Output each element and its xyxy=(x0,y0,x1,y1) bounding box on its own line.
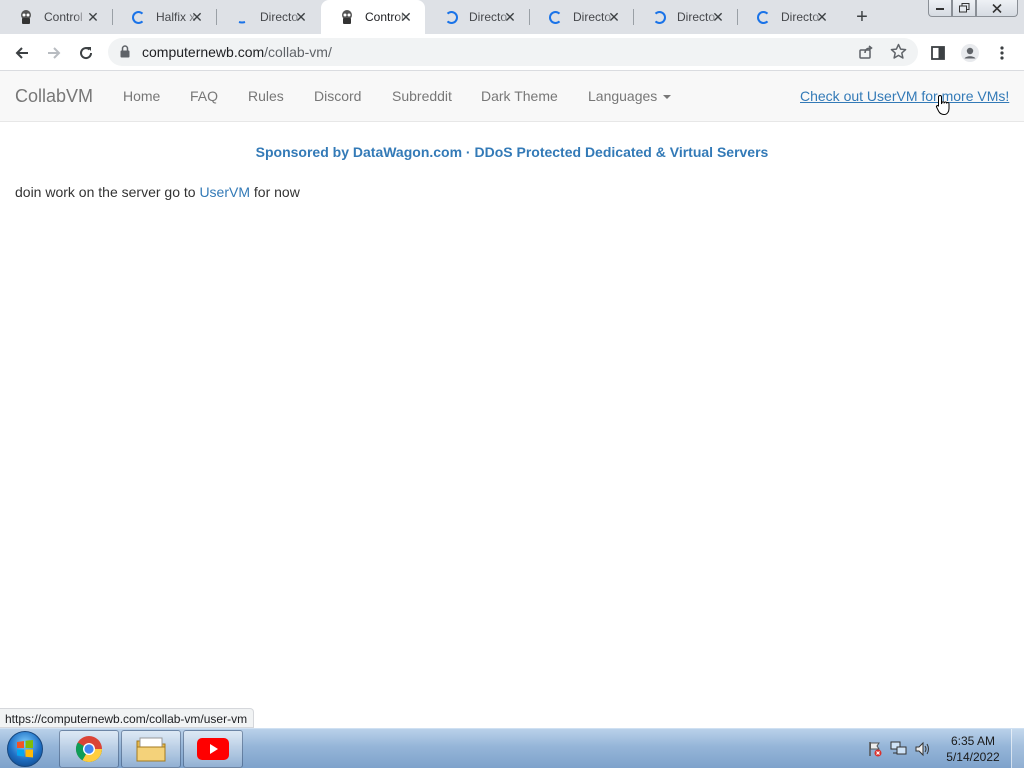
browser-tab-strip: Control ✕ Halfix x ✕ Directo ✕ Control ✕… xyxy=(0,0,1024,34)
browser-tab[interactable]: Directo ✕ xyxy=(425,0,530,34)
caret-down-icon xyxy=(663,95,672,100)
nav-home-link[interactable]: Home xyxy=(123,88,160,104)
side-panel-icon xyxy=(931,46,945,60)
loading-spinner-icon xyxy=(547,9,563,25)
show-desktop-button[interactable] xyxy=(1011,729,1024,768)
system-clock[interactable]: 6:35 AM 5/14/2022 xyxy=(940,733,1006,765)
action-center-flag-icon[interactable] xyxy=(866,741,884,757)
close-icon xyxy=(992,3,1002,13)
address-bar[interactable]: computernewb.com/collab-vm/ xyxy=(108,38,918,66)
close-icon[interactable]: ✕ xyxy=(607,10,621,24)
hand-pointer-cursor-icon xyxy=(935,94,953,121)
loading-spinner-icon xyxy=(130,9,146,25)
close-icon[interactable]: ✕ xyxy=(399,10,413,24)
close-icon[interactable]: ✕ xyxy=(86,10,100,24)
nav-faq-link[interactable]: FAQ xyxy=(190,88,218,104)
new-tab-button[interactable]: + xyxy=(852,7,872,28)
loading-spinner-icon xyxy=(651,9,667,25)
window-restore-button[interactable] xyxy=(952,0,976,17)
nav-rules-link[interactable]: Rules xyxy=(248,88,284,104)
uservm-link[interactable]: UserVM xyxy=(199,184,250,200)
chrome-icon xyxy=(75,736,103,763)
url-host: computernewb.com xyxy=(142,44,265,60)
reload-button[interactable] xyxy=(74,41,98,65)
profile-button[interactable] xyxy=(958,41,982,65)
url-path: /collab-vm/ xyxy=(264,44,332,60)
minimize-icon xyxy=(936,8,944,10)
share-icon[interactable] xyxy=(858,44,874,65)
browser-tab[interactable]: Halfix x ✕ xyxy=(112,0,217,34)
profile-avatar-icon xyxy=(961,44,979,62)
browser-tab[interactable]: Control ✕ xyxy=(0,0,113,34)
loading-spinner-icon xyxy=(755,9,771,25)
explorer-taskbar-button[interactable] xyxy=(121,730,181,768)
chrome-taskbar-button[interactable] xyxy=(59,730,119,768)
browser-tab[interactable]: Directo ✕ xyxy=(633,0,738,34)
clock-time: 6:35 AM xyxy=(950,734,996,748)
youtube-taskbar-button[interactable] xyxy=(183,730,243,768)
collabvm-icon xyxy=(339,9,355,25)
uservm-promo-link[interactable]: Check out UserVM for more VMs! xyxy=(800,88,1009,104)
close-icon[interactable]: ✕ xyxy=(294,10,308,24)
bookmark-star-icon[interactable] xyxy=(890,43,907,65)
forward-button[interactable] xyxy=(42,41,66,65)
kebab-menu-icon xyxy=(1000,46,1004,60)
site-navbar: CollabVM Home FAQ Rules Discord Subreddi… xyxy=(0,71,1024,122)
forward-arrow-icon xyxy=(48,47,61,59)
nav-discord-link[interactable]: Discord xyxy=(314,88,361,104)
close-icon[interactable]: ✕ xyxy=(190,10,204,24)
nav-subreddit-link[interactable]: Subreddit xyxy=(392,88,452,104)
start-button[interactable] xyxy=(7,731,43,767)
side-panel-button[interactable] xyxy=(926,41,950,65)
address-url: computernewb.com/collab-vm/ xyxy=(142,44,332,60)
reload-icon xyxy=(80,47,93,60)
collabvm-icon xyxy=(18,9,34,25)
nav-languages-dropdown[interactable]: Languages xyxy=(588,88,672,104)
browser-menu-button[interactable] xyxy=(990,41,1014,65)
tab-title: Control xyxy=(44,10,83,24)
windows-logo-icon xyxy=(17,740,33,758)
notice-text-after: for now xyxy=(250,184,300,200)
close-icon[interactable]: ✕ xyxy=(711,10,725,24)
browser-tab[interactable]: Directo ✕ xyxy=(529,0,634,34)
close-icon[interactable]: ✕ xyxy=(815,10,829,24)
close-icon[interactable]: ✕ xyxy=(503,10,517,24)
volume-icon[interactable] xyxy=(914,741,932,757)
loading-dot-icon xyxy=(234,9,250,25)
window-minimize-button[interactable] xyxy=(928,0,952,17)
languages-label: Languages xyxy=(588,88,658,104)
back-arrow-icon xyxy=(15,47,28,59)
browser-tab[interactable]: Directo ✕ xyxy=(737,0,841,34)
server-notice: doin work on the server go to UserVM for… xyxy=(15,184,300,200)
sponsor-banner-link[interactable]: Sponsored by DataWagon.com · DDoS Protec… xyxy=(0,144,1024,160)
file-explorer-icon xyxy=(136,737,166,762)
windows-taskbar: 6:35 AM 5/14/2022 xyxy=(0,728,1024,768)
site-brand[interactable]: CollabVM xyxy=(15,86,93,107)
browser-tab-active[interactable]: Control ✕ xyxy=(321,0,425,34)
clock-date: 5/14/2022 xyxy=(946,750,1000,764)
back-button[interactable] xyxy=(10,41,34,65)
restore-icon xyxy=(958,3,969,13)
loading-spinner-icon xyxy=(443,9,459,25)
youtube-icon xyxy=(197,738,229,760)
nav-dark-theme-link[interactable]: Dark Theme xyxy=(481,88,558,104)
window-close-button[interactable] xyxy=(976,0,1018,17)
browser-toolbar: computernewb.com/collab-vm/ xyxy=(0,34,1024,71)
notice-text-before: doin work on the server go to xyxy=(15,184,200,200)
lock-icon xyxy=(120,45,130,63)
network-icon[interactable] xyxy=(890,741,908,757)
browser-tab[interactable]: Directo ✕ xyxy=(216,0,320,34)
link-status-bubble: https://computernewb.com/collab-vm/user-… xyxy=(0,708,255,728)
